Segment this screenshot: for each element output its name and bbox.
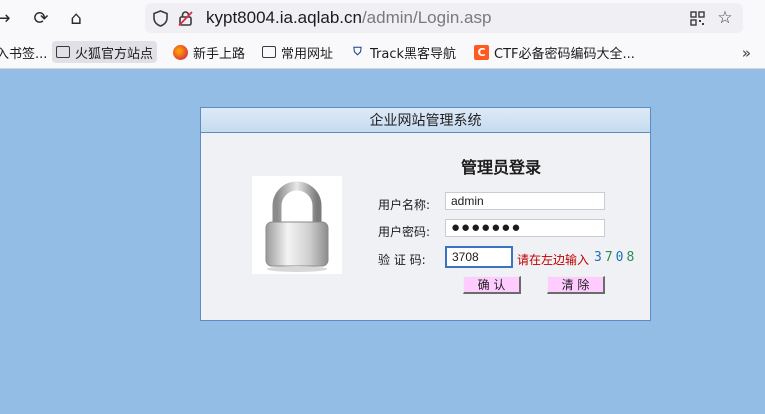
folder-icon: [56, 46, 70, 58]
home-icon[interactable]: ⌂: [64, 6, 88, 30]
panel-header: 企业网站管理系统: [201, 108, 650, 133]
reload-icon[interactable]: ⟳: [29, 6, 53, 30]
c-icon: C: [474, 44, 489, 60]
login-title: 管理员登录: [461, 158, 542, 177]
bookmark-common-sites[interactable]: 常用网址: [262, 41, 333, 63]
captcha-input[interactable]: 3708: [445, 246, 513, 268]
address-bar[interactable]: kypt8004.ia.aqlab.cn/admin/Login.asp ☆: [145, 3, 743, 33]
captcha-digit: 7: [604, 250, 616, 265]
confirm-button[interactable]: 确 认: [463, 276, 521, 294]
folder-icon: [262, 46, 276, 58]
lock-icon: [252, 176, 342, 274]
login-panel: 企业网站管理系统 管理员登录 用户名称: admin 用户密码: ●●●●●●●…: [200, 107, 651, 321]
star-icon[interactable]: ☆: [715, 8, 735, 28]
bookmark-label: 新手上路: [193, 46, 246, 62]
insecure-lock-icon[interactable]: [175, 8, 195, 28]
bookmark-ctf-encoding[interactable]: C CTF必备密码编码大全...: [474, 41, 635, 63]
password-input[interactable]: ●●●●●●●: [445, 219, 605, 237]
captcha-digit: 8: [626, 250, 638, 265]
clear-button[interactable]: 清 除: [547, 276, 605, 294]
shield-icon[interactable]: [150, 8, 170, 28]
captcha-hint: 请在左边输入: [517, 253, 590, 267]
captcha-code: 3708: [594, 250, 637, 265]
password-label: 用户密码:: [378, 225, 431, 239]
chevron-more-icon[interactable]: »: [742, 44, 751, 62]
bookmark-label: Track黑客导航: [370, 46, 457, 62]
bookmark-label: 常用网址: [281, 46, 334, 62]
bookmarks-bar: 入书签... 火狐官方站点 新手上路 常用网址 ⛉ Track黑客导航 C CT…: [0, 36, 765, 69]
shield-icon: ⛉: [353, 45, 362, 58]
back-arrow-icon[interactable]: →: [0, 6, 15, 30]
username-label: 用户名称:: [378, 198, 431, 212]
username-input[interactable]: admin: [445, 192, 605, 210]
bookmark-getting-started[interactable]: 新手上路: [173, 41, 245, 63]
qr-code-icon[interactable]: [687, 8, 707, 28]
bookmark-label: 入书签...: [0, 46, 48, 62]
bookmark-import[interactable]: 入书签...: [0, 41, 47, 63]
browser-toolbar: → ⟳ ⌂ kypt8004.ia.aqlab.cn/admin/Login.a…: [0, 0, 765, 36]
captcha-digit: 0: [615, 250, 627, 265]
bookmark-label: 火狐官方站点: [75, 46, 154, 62]
captcha-label: 验 证 码:: [378, 253, 426, 267]
captcha-digit: 3: [594, 250, 605, 265]
firefox-icon: [173, 44, 188, 60]
url-text[interactable]: kypt8004.ia.aqlab.cn/admin/Login.asp: [206, 8, 491, 28]
bookmark-track-nav[interactable]: ⛉ Track黑客导航: [350, 41, 456, 63]
bookmark-firefox-official[interactable]: 火狐官方站点: [52, 41, 158, 63]
bookmark-label: CTF必备密码编码大全...: [494, 46, 635, 62]
